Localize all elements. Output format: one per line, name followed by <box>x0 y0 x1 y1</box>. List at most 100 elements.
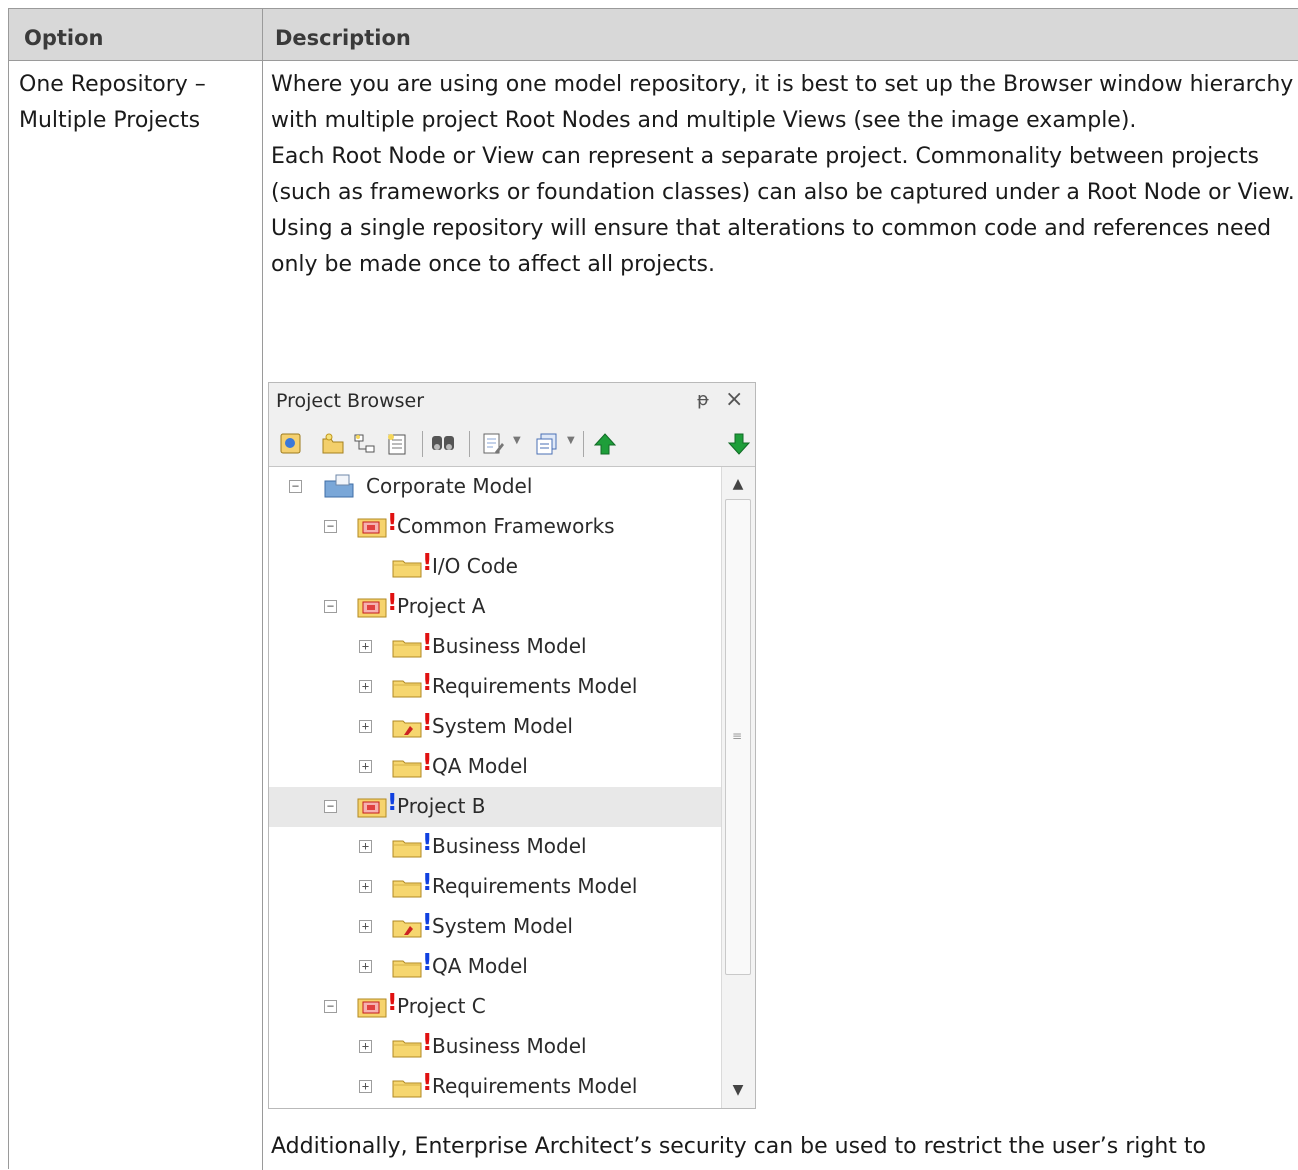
expand-icon[interactable]: + <box>359 640 372 653</box>
table-header-row: Option Description <box>9 9 1298 61</box>
tree-item-label: Project A <box>397 594 486 618</box>
new-model-icon[interactable] <box>279 432 303 456</box>
collapse-icon[interactable]: − <box>324 600 337 613</box>
tree-item-label: System Model <box>432 914 573 938</box>
tree-item[interactable]: +! Requirements Model <box>269 667 721 707</box>
collapse-icon[interactable]: − <box>324 1000 337 1013</box>
tree-item-label: Project C <box>397 994 486 1018</box>
tree-item[interactable]: ! I/O Code <box>269 547 721 587</box>
properties-icon[interactable] <box>481 432 505 456</box>
lock-marker-icon: ! <box>422 750 433 776</box>
tree-item-label: Business Model <box>432 834 587 858</box>
tree-item-label: System Model <box>432 714 573 738</box>
scroll-up-icon[interactable]: ▲ <box>724 472 752 496</box>
project-browser-toolbar: ▼ ▼ <box>269 421 755 467</box>
lock-marker-icon: ! <box>422 910 433 936</box>
view-icon <box>357 996 387 1018</box>
system-package-icon <box>392 916 422 938</box>
tree-item[interactable]: −! Project B <box>269 787 721 827</box>
expand-icon[interactable]: + <box>359 920 372 933</box>
collapse-icon[interactable]: − <box>289 480 302 493</box>
scroll-down-icon[interactable]: ▼ <box>724 1078 752 1102</box>
lock-marker-icon: ! <box>422 1070 433 1096</box>
tree-item[interactable]: +! System Model <box>269 707 721 747</box>
package-icon <box>392 836 422 858</box>
new-element-icon[interactable] <box>385 432 409 456</box>
lock-marker-icon: ! <box>422 830 433 856</box>
new-diagram-icon[interactable] <box>353 432 377 456</box>
project-browser-tree: − Corporate Model −! Common Frameworks! I/O … <box>269 467 721 1108</box>
collapse-icon[interactable]: − <box>324 520 337 533</box>
tree-item-label: Business Model <box>432 634 587 658</box>
tree-item[interactable]: − Corporate Model <box>269 467 721 507</box>
lock-marker-icon: ! <box>387 590 398 616</box>
tree-item[interactable]: +! Requirements Model <box>269 867 721 907</box>
tree-item-label: I/O Code <box>432 554 518 578</box>
expand-icon[interactable]: + <box>359 880 372 893</box>
tree-item[interactable]: +! Requirements Model <box>269 1067 721 1107</box>
package-icon <box>392 956 422 978</box>
lock-marker-icon: ! <box>387 990 398 1016</box>
lock-marker-icon: ! <box>422 710 433 736</box>
move-down-icon[interactable] <box>727 432 751 456</box>
lock-marker-icon: ! <box>422 870 433 896</box>
expand-icon[interactable]: + <box>359 720 372 733</box>
tree-item-label: Common Frameworks <box>397 514 615 538</box>
expand-icon[interactable]: + <box>359 760 372 773</box>
project-browser-title: Project Browser <box>276 390 425 412</box>
chevron-down-icon[interactable]: ▼ <box>513 435 521 446</box>
expand-icon[interactable]: + <box>359 680 372 693</box>
lock-marker-icon: ! <box>422 670 433 696</box>
tree-item-label: QA Model <box>432 754 528 778</box>
description-paragraph: Each Root Node or View can represent a s… <box>271 144 1295 205</box>
description-paragraph: Using a single repository will ensure th… <box>271 216 1272 277</box>
view-options-icon[interactable] <box>535 432 559 456</box>
expand-icon[interactable]: + <box>359 840 372 853</box>
lock-marker-icon: ! <box>422 950 433 976</box>
view-icon <box>357 596 387 618</box>
tree-item-label: QA Model <box>432 954 528 978</box>
tree-item[interactable]: −! Project A <box>269 587 721 627</box>
vertical-scrollbar[interactable]: ▲ ≡ ▼ <box>721 467 755 1108</box>
find-icon[interactable] <box>431 432 455 456</box>
chevron-down-icon[interactable]: ▼ <box>567 435 575 446</box>
tree-item[interactable]: +! QA Model <box>269 747 721 787</box>
package-icon <box>392 756 422 778</box>
lock-marker-icon: ! <box>387 510 398 536</box>
package-icon <box>392 1036 422 1058</box>
tree-item[interactable]: +! System Model <box>269 907 721 947</box>
tree-item[interactable]: −! Project C <box>269 987 721 1027</box>
tree-item[interactable]: +! Business Model <box>269 827 721 867</box>
expand-icon[interactable]: + <box>359 1080 372 1093</box>
tree-item-label: Project B <box>397 794 486 818</box>
tree-item[interactable]: −! Common Frameworks <box>269 507 721 547</box>
close-icon[interactable]: × <box>725 387 743 412</box>
project-browser-titlebar: Project Browser ᵽ × <box>269 383 755 421</box>
package-icon <box>392 676 422 698</box>
tree-item-label: Requirements Model <box>432 674 638 698</box>
package-icon <box>392 636 422 658</box>
expand-icon[interactable]: + <box>359 960 372 973</box>
option-column-header: Option <box>24 26 104 50</box>
collapse-icon[interactable]: − <box>324 800 337 813</box>
lock-marker-icon: ! <box>422 1030 433 1056</box>
tree-item[interactable]: +! Business Model <box>269 627 721 667</box>
move-up-icon[interactable] <box>593 432 617 456</box>
expand-icon[interactable]: + <box>359 1040 372 1053</box>
project-browser-image: Project Browser ᵽ × ▼ ▼ − Corporate Mode… <box>268 382 756 1109</box>
model-root-icon <box>322 473 354 498</box>
new-package-icon[interactable] <box>321 432 345 456</box>
system-package-icon <box>392 716 422 738</box>
package-icon <box>392 556 422 578</box>
description-paragraph: Where you are using one model repository… <box>271 72 1294 133</box>
tree-item[interactable]: +! QA Model <box>269 947 721 987</box>
lock-marker-icon: ! <box>422 550 433 576</box>
view-icon <box>357 516 387 538</box>
scrollbar-thumb[interactable]: ≡ <box>725 499 751 975</box>
option-cell: One Repository – Multiple Projects <box>19 72 206 133</box>
lock-marker-icon: ! <box>387 790 398 816</box>
tree-item-label: Requirements Model <box>432 874 638 898</box>
pin-icon[interactable]: ᵽ <box>697 389 709 410</box>
tree-item-label: Requirements Model <box>432 1074 638 1098</box>
tree-item[interactable]: +! Business Model <box>269 1027 721 1067</box>
